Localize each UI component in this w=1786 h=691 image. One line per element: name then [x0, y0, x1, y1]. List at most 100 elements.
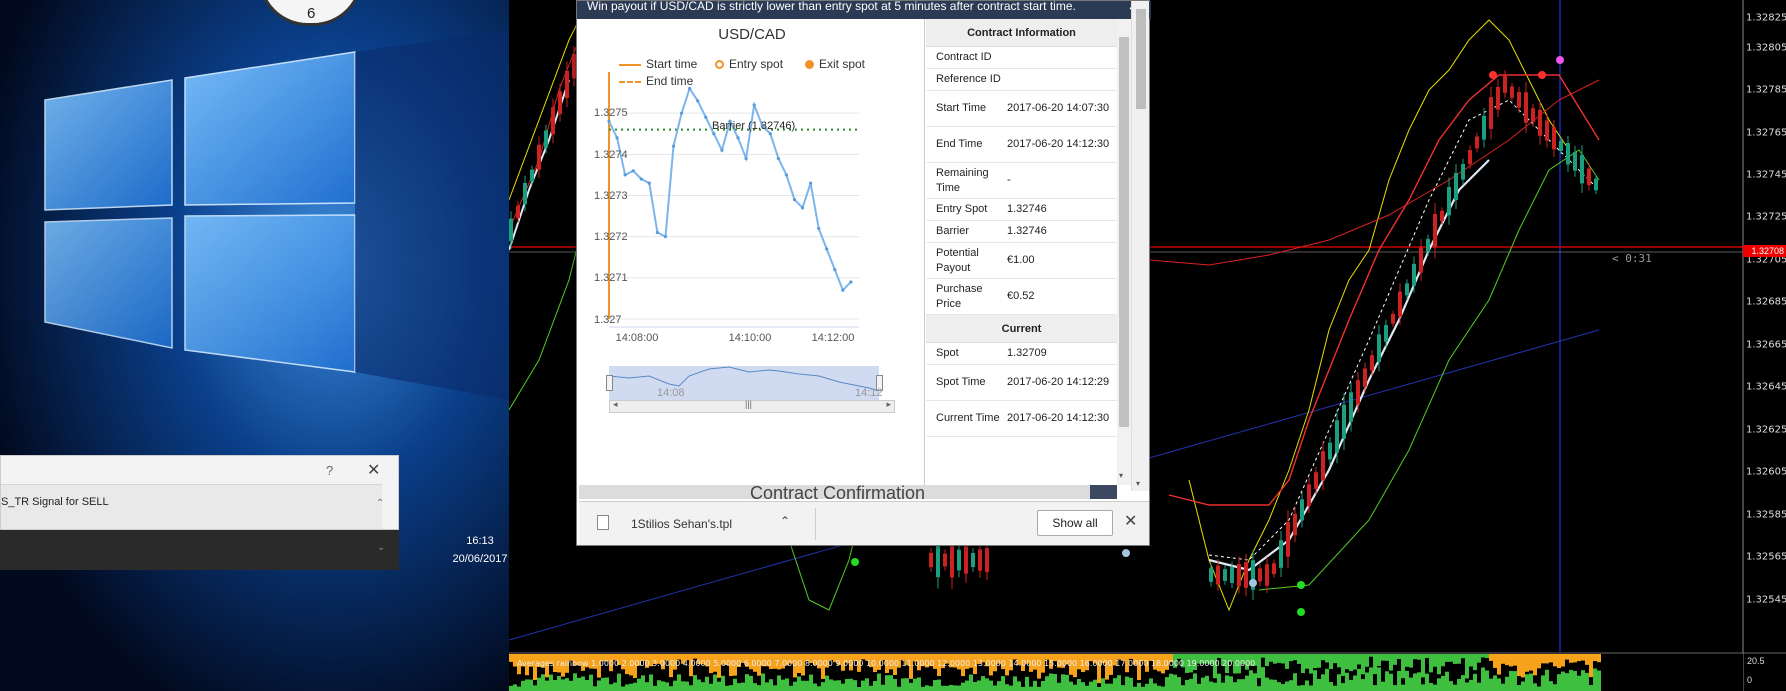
candle-body [1265, 564, 1269, 586]
histogram-bar [945, 685, 949, 691]
confirmation-title: Contract Confirmation [750, 485, 926, 499]
current-price-tag: 1.32708 [1743, 245, 1786, 257]
histogram-bar [1565, 654, 1569, 660]
info-row-contract-id: Contract ID [926, 47, 1117, 69]
histogram-bar [1277, 682, 1281, 691]
candle-body [1321, 451, 1325, 481]
scroll-right-icon[interactable]: ▸ [886, 399, 891, 410]
contract-info-panel: Contract Information Contract ID Referen… [926, 19, 1117, 485]
popup-header: Win payout if USD/CAD is strictly lower … [577, 1, 1151, 19]
candle-body [943, 553, 947, 567]
navigator-scrollbar[interactable]: ◂ ||| ▸ [609, 399, 895, 413]
data-point [800, 206, 805, 210]
barrier-label: Barrier (1.32746) [712, 120, 796, 132]
histogram-bar [649, 674, 653, 691]
candle-body [1587, 168, 1591, 186]
download-bar-close-icon[interactable]: ✕ [1124, 511, 1137, 531]
windows-desktop: 6 ? ✕ S_TR Signal for SELL ⌃ ⌄ 16:13 20/… [0, 0, 509, 691]
histogram-bar [733, 678, 737, 691]
histogram-bar [805, 680, 809, 691]
scroll-grip-icon[interactable]: ||| [745, 399, 752, 409]
clock-time: 16:13 [466, 535, 494, 547]
histogram-bar [729, 685, 733, 691]
histogram-bar [693, 675, 697, 691]
histogram-bar [809, 674, 813, 691]
ytick: 1.3271 [594, 272, 628, 284]
data-point [696, 99, 700, 103]
histogram-bar [1581, 670, 1585, 691]
histogram-bar [1029, 686, 1033, 691]
histogram-bar [1449, 681, 1453, 691]
scroll-left-icon[interactable]: ◂ [613, 399, 618, 410]
scroll-down-icon[interactable]: ▾ [1119, 471, 1123, 480]
histogram-bar [1365, 654, 1369, 667]
histogram-bar [737, 683, 741, 691]
histogram-bar [1293, 673, 1297, 691]
chevron-up-icon[interactable]: ⌃ [780, 514, 790, 528]
histogram-bar [849, 678, 853, 691]
candle-body [1454, 172, 1458, 201]
info-row-start-time: Start Time 2017-06-20 14:07:30 [926, 91, 1117, 127]
histogram-bar [1145, 683, 1149, 691]
candle-body [544, 130, 548, 148]
histogram-bar [1569, 654, 1573, 663]
histogram-bar [1365, 672, 1369, 691]
download-bar: 1Stilios Sehan's.tpl ⌃ Show all ✕ [579, 501, 1149, 545]
confirmation-close-icon[interactable] [1090, 485, 1117, 499]
scroll-up-icon[interactable]: ⌃ [376, 498, 384, 509]
histogram-bar [997, 681, 1001, 691]
page-scrollbar[interactable]: ▾ [1131, 1, 1149, 491]
data-point [833, 268, 837, 272]
dialog-close-icon[interactable]: ✕ [367, 460, 380, 480]
histogram-bar [985, 678, 989, 691]
histogram-bar [1453, 654, 1457, 664]
candle-body [1272, 563, 1276, 575]
histogram-bar [1281, 684, 1285, 691]
page-scroll-thumb[interactable] [1136, 9, 1146, 109]
info-scroll-thumb[interactable] [1119, 37, 1129, 427]
histogram-bar [533, 685, 537, 691]
candle-body [1370, 355, 1374, 371]
histogram-bar [1045, 676, 1049, 691]
candle-body [1433, 213, 1437, 248]
histogram-bar [1273, 654, 1277, 664]
collapse-chevron-icon[interactable]: ⌄ [377, 542, 385, 553]
histogram-bar [1333, 654, 1337, 664]
histogram-bar [1065, 674, 1069, 691]
candle-body [978, 549, 982, 571]
current-section-title: Current [926, 315, 1117, 343]
help-button[interactable]: ? [326, 463, 333, 478]
download-item[interactable]: 1Stilios Sehan's.tpl ⌃ [589, 508, 816, 540]
show-all-button[interactable]: Show all [1037, 510, 1113, 536]
histogram-bar [865, 678, 869, 691]
candle-body [1377, 334, 1381, 363]
candle-body [530, 169, 534, 182]
histogram-bar [949, 684, 953, 691]
histogram-bar [1213, 682, 1217, 691]
histogram-bar [1277, 654, 1281, 663]
navigator-left-handle[interactable] [606, 375, 613, 391]
histogram-bar [1381, 654, 1385, 661]
histogram-bar [1553, 654, 1557, 667]
histogram-bar [1561, 654, 1565, 667]
data-point [841, 288, 845, 292]
xtick: 14:12:00 [811, 332, 855, 344]
histogram-bar [1421, 684, 1425, 691]
page-scroll-down-icon[interactable]: ▾ [1136, 479, 1140, 488]
histogram-bar [1581, 654, 1585, 661]
histogram-bar [877, 673, 881, 691]
navigator-label: 14:08 [657, 387, 685, 399]
taskbar-clock[interactable]: 16:13 20/06/2017 [430, 532, 509, 568]
histogram-bar [1369, 654, 1373, 657]
histogram-bar [1085, 685, 1089, 691]
candle-body [1279, 540, 1283, 568]
info-scrollbar[interactable]: ▾ [1117, 19, 1131, 485]
series-line [608, 86, 852, 293]
notification-row[interactable]: S_TR Signal for SELL ⌃ [1, 484, 384, 529]
histogram-bar [1229, 676, 1233, 691]
histogram-bar [697, 679, 701, 691]
contract-info-title: Contract Information [926, 19, 1117, 47]
histogram-bar [1433, 654, 1437, 667]
contract-chart[interactable]: USD/CAD Start time Entry spot Exit spot … [579, 19, 925, 485]
histogram-bar [1297, 685, 1301, 691]
